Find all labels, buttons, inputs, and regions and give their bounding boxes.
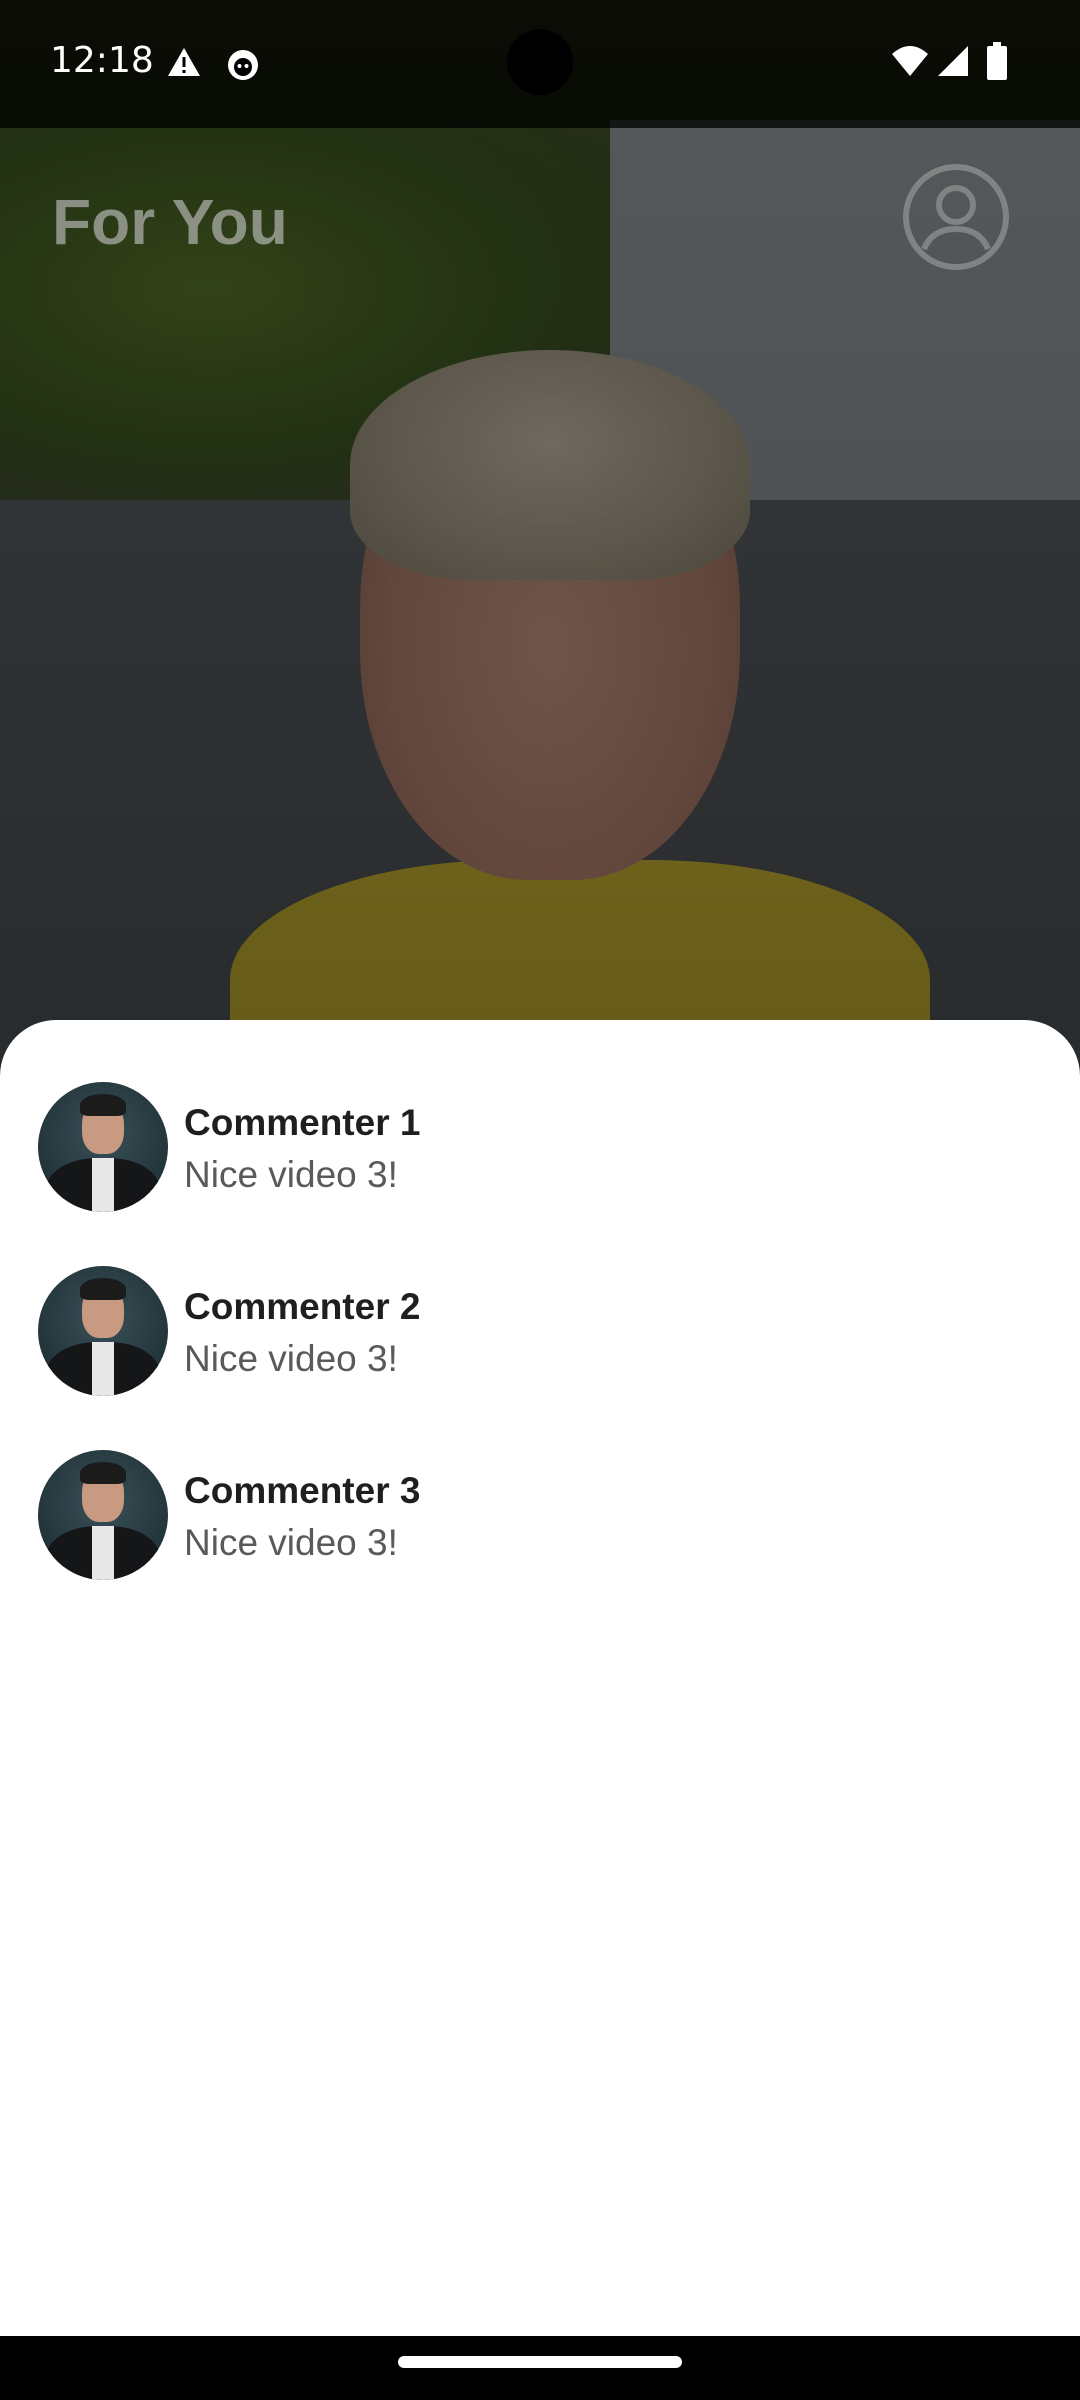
warning-icon	[168, 48, 200, 76]
signal-icon	[938, 46, 968, 76]
avatar[interactable]	[38, 1266, 168, 1396]
comment-item[interactable]: Commenter 1 Nice video 3!	[0, 1060, 1080, 1244]
comment-text: Nice video 3!	[184, 1522, 398, 1563]
avatar[interactable]	[38, 1082, 168, 1212]
status-bar: 12:18	[0, 0, 1080, 128]
battery-icon	[987, 42, 1007, 80]
comment-text: Nice video 3!	[184, 1338, 398, 1379]
account-circle-icon[interactable]	[902, 163, 1010, 271]
comments-bottom-sheet[interactable]: Commenter 1 Nice video 3! Commenter 2 Ni…	[0, 1020, 1080, 2336]
comment-item[interactable]: Commenter 2 Nice video 3!	[0, 1244, 1080, 1428]
page-title: For You	[52, 186, 288, 258]
comment-text: Nice video 3!	[184, 1154, 398, 1195]
avatar[interactable]	[38, 1450, 168, 1580]
comment-item[interactable]: Commenter 3 Nice video 3!	[0, 1428, 1080, 1612]
comment-author[interactable]: Commenter 3	[184, 1470, 420, 1512]
navigation-bar	[0, 2336, 1080, 2400]
app-notification-icon	[228, 50, 258, 80]
comment-author[interactable]: Commenter 1	[184, 1102, 420, 1144]
camera-cutout	[507, 29, 573, 95]
status-time: 12:18	[50, 40, 154, 81]
comment-list[interactable]: Commenter 1 Nice video 3! Commenter 2 Ni…	[0, 1060, 1080, 1612]
wifi-icon	[892, 46, 928, 76]
comment-author[interactable]: Commenter 2	[184, 1286, 420, 1328]
home-indicator[interactable]	[398, 2356, 682, 2368]
screen: 12:18 For You Commenter 1 Nice video 3! …	[0, 0, 1080, 2400]
